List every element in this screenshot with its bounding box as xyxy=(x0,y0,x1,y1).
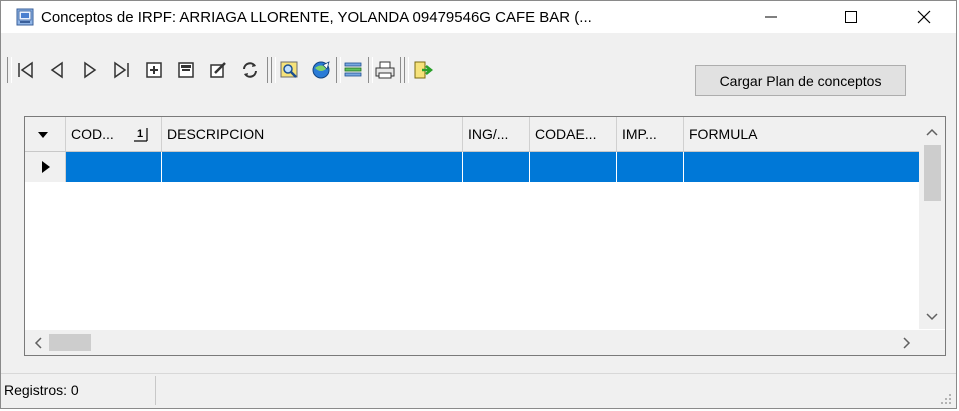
column-header-cod[interactable]: COD... 1 xyxy=(66,117,162,151)
exit-button[interactable] xyxy=(410,55,436,85)
column-header-ing[interactable]: ING/... xyxy=(463,117,530,151)
column-header-codae[interactable]: CODAE... xyxy=(530,117,617,151)
horizontal-scroll-thumb[interactable] xyxy=(49,334,91,351)
cell-ing[interactable] xyxy=(463,152,530,182)
close-icon xyxy=(917,10,931,24)
grid-header: COD... 1 DESCRIPCION ING/... CODAE... IM… xyxy=(25,117,920,152)
filter-icon xyxy=(344,62,362,77)
close-button[interactable] xyxy=(900,1,948,33)
cargar-plan-conceptos-button[interactable]: Cargar Plan de conceptos xyxy=(695,65,906,96)
cell-codae[interactable] xyxy=(530,152,617,182)
insert-record-icon xyxy=(146,62,162,78)
dropdown-arrow-icon xyxy=(38,132,48,139)
scroll-right-icon[interactable] xyxy=(896,330,916,355)
title-bar[interactable]: Conceptos de IRPF: ARRIAGA LLORENTE, YOL… xyxy=(1,1,956,33)
column-header-descripcion[interactable]: DESCRIPCION xyxy=(162,117,463,151)
print-button[interactable] xyxy=(372,55,398,85)
insert-record-button[interactable] xyxy=(141,55,167,85)
delete-record-icon xyxy=(178,62,194,78)
next-record-button[interactable] xyxy=(77,55,103,85)
refresh-icon xyxy=(243,62,257,78)
records-count: Registros: 0 xyxy=(1,376,156,405)
table-row[interactable] xyxy=(25,152,920,182)
maximize-icon xyxy=(845,11,857,23)
search-button[interactable] xyxy=(277,55,303,85)
column-header-imp[interactable]: IMP... xyxy=(617,117,684,151)
vertical-scrollbar[interactable] xyxy=(919,117,945,329)
prior-record-button[interactable] xyxy=(44,55,70,85)
scroll-up-icon[interactable] xyxy=(919,123,945,143)
current-row-arrow-icon xyxy=(42,161,50,173)
maximize-button[interactable] xyxy=(827,1,875,33)
concepts-grid[interactable]: COD... 1 DESCRIPCION ING/... CODAE... IM… xyxy=(24,116,946,356)
resize-grip-icon[interactable] xyxy=(940,393,952,405)
vertical-scroll-thumb[interactable] xyxy=(924,145,941,201)
next-record-icon xyxy=(84,61,97,79)
toolbar: Cargar Plan de conceptos xyxy=(7,55,952,96)
status-bar: Registros: 0 xyxy=(1,373,956,409)
last-record-icon xyxy=(114,61,129,79)
browse-icon xyxy=(312,61,330,79)
last-record-button[interactable] xyxy=(108,55,134,85)
first-record-icon xyxy=(18,61,33,79)
window-title: Conceptos de IRPF: ARRIAGA LLORENTE, YOL… xyxy=(41,8,592,26)
search-icon xyxy=(280,61,298,78)
cell-descripcion[interactable] xyxy=(162,152,463,182)
scrollbar-corner xyxy=(919,330,945,355)
irpf-concepts-window: Conceptos de IRPF: ARRIAGA LLORENTE, YOL… xyxy=(0,0,957,409)
edit-record-button[interactable] xyxy=(205,55,231,85)
cell-imp[interactable] xyxy=(617,152,684,182)
print-icon xyxy=(375,61,395,79)
exit-icon xyxy=(414,61,434,79)
delete-record-button[interactable] xyxy=(173,55,199,85)
cell-cod[interactable] xyxy=(66,152,162,182)
minimize-button[interactable] xyxy=(747,1,795,33)
row-indicator[interactable] xyxy=(25,152,66,182)
column-chooser-button[interactable] xyxy=(25,117,66,151)
sort-ascending-icon: 1 xyxy=(134,128,148,142)
scroll-down-icon[interactable] xyxy=(919,307,945,327)
first-record-button[interactable] xyxy=(13,55,39,85)
refresh-button[interactable] xyxy=(237,55,263,85)
filter-button[interactable] xyxy=(340,55,366,85)
prior-record-icon xyxy=(50,61,63,79)
app-icon xyxy=(16,8,34,26)
edit-record-icon xyxy=(210,62,226,78)
horizontal-scrollbar[interactable] xyxy=(25,330,920,355)
minimize-icon xyxy=(765,16,777,18)
column-header-formula[interactable]: FORMULA xyxy=(684,117,920,151)
browse-button[interactable] xyxy=(308,55,334,85)
cell-formula[interactable] xyxy=(684,152,920,182)
scroll-left-icon[interactable] xyxy=(29,330,49,355)
